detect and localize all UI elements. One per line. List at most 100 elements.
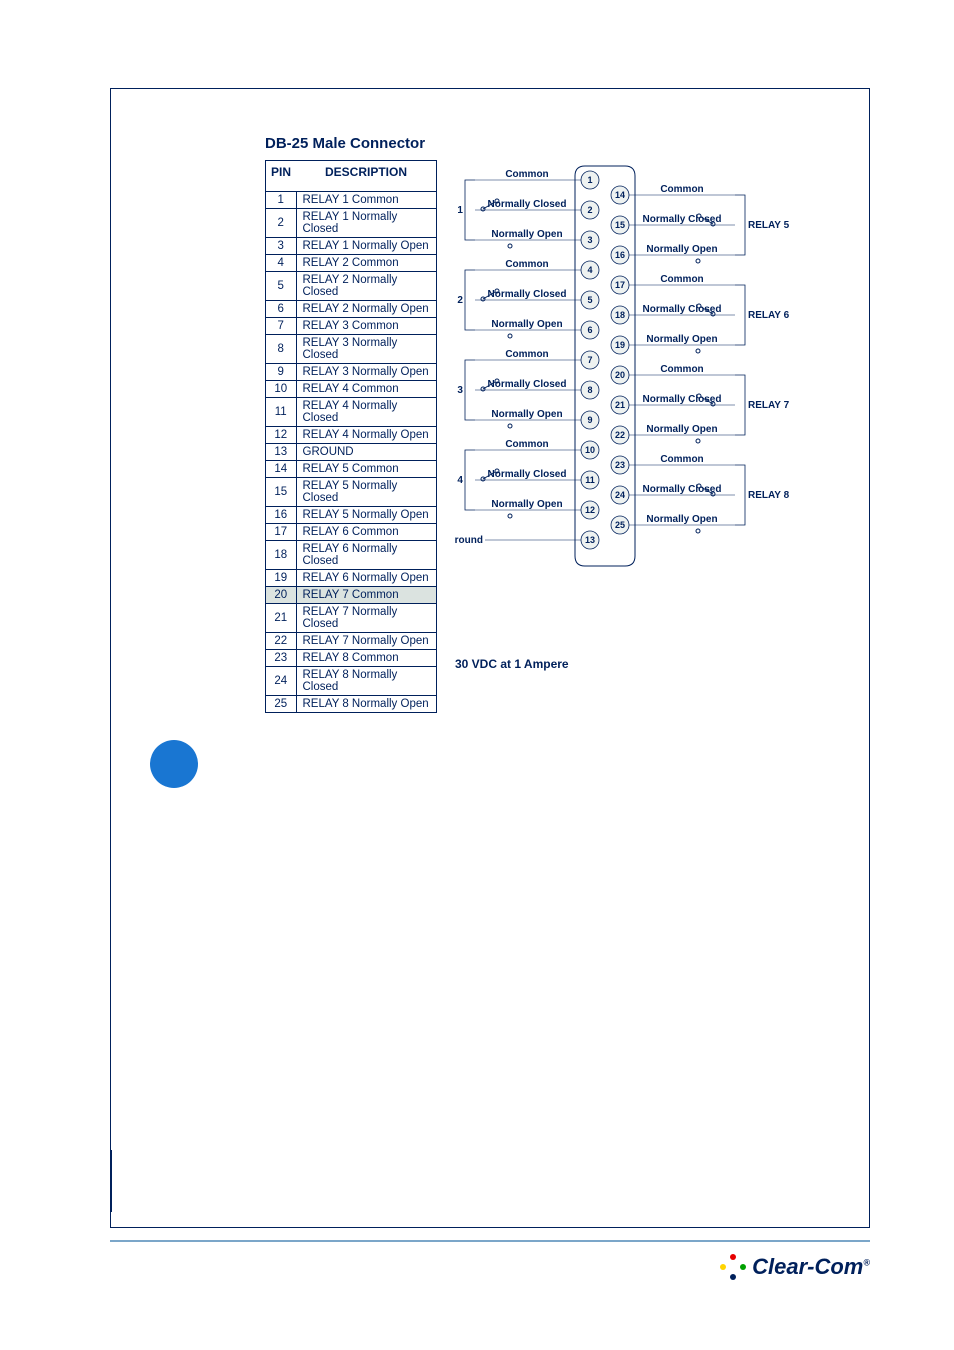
svg-text:RELAY 4: RELAY 4 <box>455 475 463 486</box>
pin-number: 9 <box>266 364 296 381</box>
pin-desc: RELAY 4 Normally Closed <box>296 398 436 427</box>
table-row: 12RELAY 4 Normally Open <box>266 427 436 444</box>
svg-text:19: 19 <box>615 340 625 350</box>
table-row: 13GROUND <box>266 444 436 461</box>
pin-desc: RELAY 6 Common <box>296 524 436 541</box>
pin-desc: GROUND <box>296 444 436 461</box>
content: DB-25 Male Connector PIN DESCRIPTION 1RE… <box>265 135 865 713</box>
svg-text:Common: Common <box>660 184 703 195</box>
svg-text:4: 4 <box>587 265 592 275</box>
pin-number: 4 <box>266 255 296 272</box>
svg-text:11: 11 <box>585 475 595 485</box>
pin-desc: RELAY 6 Normally Closed <box>296 541 436 570</box>
table-row: 8RELAY 3 Normally Closed <box>266 335 436 364</box>
svg-text:RELAY 8: RELAY 8 <box>748 490 790 501</box>
brand-logo: Clear-Com® <box>720 1254 870 1280</box>
pin-desc: RELAY 1 Common <box>296 192 436 209</box>
table-row: 4RELAY 2 Common <box>266 255 436 272</box>
svg-text:15: 15 <box>615 220 625 230</box>
svg-text:3: 3 <box>587 235 592 245</box>
table-row: 2RELAY 1 Normally Closed <box>266 209 436 238</box>
svg-text:18: 18 <box>615 310 625 320</box>
pin-desc: RELAY 1 Normally Closed <box>296 209 436 238</box>
table-row: 5RELAY 2 Normally Closed <box>266 272 436 301</box>
tab-mark <box>110 1150 112 1212</box>
table-row: 21RELAY 7 Normally Closed <box>266 604 436 633</box>
table-row: 22RELAY 7 Normally Open <box>266 633 436 650</box>
svg-text:13: 13 <box>585 535 595 545</box>
svg-text:RELAY 6: RELAY 6 <box>748 310 790 321</box>
table-row: 18RELAY 6 Normally Closed <box>266 541 436 570</box>
svg-text:16: 16 <box>615 250 625 260</box>
svg-text:Common: Common <box>505 439 548 450</box>
svg-text:Common: Common <box>660 364 703 375</box>
svg-text:Normally Open: Normally Open <box>491 499 562 510</box>
pin-desc: RELAY 8 Common <box>296 650 436 667</box>
table-row: 9RELAY 3 Normally Open <box>266 364 436 381</box>
col-pin: PIN <box>266 161 296 192</box>
svg-text:Common: Common <box>505 169 548 180</box>
table-row: 25RELAY 8 Normally Open <box>266 696 436 713</box>
svg-text:RELAY 1: RELAY 1 <box>455 205 463 216</box>
svg-text:Common: Common <box>660 274 703 285</box>
svg-text:1: 1 <box>587 175 592 185</box>
svg-text:9: 9 <box>587 415 592 425</box>
pin-desc: RELAY 2 Normally Open <box>296 301 436 318</box>
table-row: 16RELAY 5 Normally Open <box>266 507 436 524</box>
pin-number: 11 <box>266 398 296 427</box>
pin-number: 20 <box>266 587 296 604</box>
svg-text:7: 7 <box>587 355 592 365</box>
pin-desc: RELAY 8 Normally Closed <box>296 667 436 696</box>
pin-number: 7 <box>266 318 296 335</box>
pin-number: 2 <box>266 209 296 238</box>
table-row: 10RELAY 4 Common <box>266 381 436 398</box>
svg-text:Digital Ground: Digital Ground <box>455 535 483 546</box>
svg-text:Normally Closed: Normally Closed <box>643 484 722 495</box>
svg-text:Normally Open: Normally Open <box>491 229 562 240</box>
svg-text:20: 20 <box>615 370 625 380</box>
svg-text:RELAY 5: RELAY 5 <box>748 220 790 231</box>
logo-icon <box>720 1254 746 1280</box>
pin-desc: RELAY 3 Normally Open <box>296 364 436 381</box>
table-row: 1RELAY 1 Common <box>266 192 436 209</box>
svg-text:17: 17 <box>615 280 625 290</box>
svg-text:RELAY 2: RELAY 2 <box>455 295 463 306</box>
pin-table-wrap: PIN DESCRIPTION 1RELAY 1 Common2RELAY 1 … <box>265 160 437 713</box>
pin-desc: RELAY 5 Normally Closed <box>296 478 436 507</box>
pin-desc: RELAY 2 Normally Closed <box>296 272 436 301</box>
main-row: PIN DESCRIPTION 1RELAY 1 Common2RELAY 1 … <box>265 160 865 713</box>
pin-number: 10 <box>266 381 296 398</box>
pin-number: 14 <box>266 461 296 478</box>
pin-number: 22 <box>266 633 296 650</box>
svg-text:Normally Open: Normally Open <box>646 334 717 345</box>
pin-number: 15 <box>266 478 296 507</box>
svg-text:8: 8 <box>587 385 592 395</box>
pin-desc: RELAY 5 Normally Open <box>296 507 436 524</box>
brand-name: Clear-Com® <box>752 1254 870 1280</box>
svg-text:12: 12 <box>585 505 595 515</box>
svg-text:Normally Open: Normally Open <box>491 319 562 330</box>
pin-number: 24 <box>266 667 296 696</box>
pin-number: 8 <box>266 335 296 364</box>
pin-desc: RELAY 6 Normally Open <box>296 570 436 587</box>
svg-text:2: 2 <box>587 205 592 215</box>
table-row: 11RELAY 4 Normally Closed <box>266 398 436 427</box>
pin-desc: RELAY 4 Normally Open <box>296 427 436 444</box>
svg-text:Common: Common <box>505 259 548 270</box>
connector-title: DB-25 Male Connector <box>265 135 865 152</box>
svg-text:RELAY 3: RELAY 3 <box>455 385 463 396</box>
table-row: 7RELAY 3 Common <box>266 318 436 335</box>
col-desc: DESCRIPTION <box>296 161 436 192</box>
pin-number: 5 <box>266 272 296 301</box>
svg-text:23: 23 <box>615 460 625 470</box>
pin-desc: RELAY 7 Common <box>296 587 436 604</box>
svg-text:Normally Open: Normally Open <box>646 424 717 435</box>
table-row: 20RELAY 7 Common <box>266 587 436 604</box>
table-row: 23RELAY 8 Common <box>266 650 436 667</box>
rating-note: 30 VDC at 1 Ampere <box>455 657 865 671</box>
pin-desc: RELAY 3 Common <box>296 318 436 335</box>
footer-rule <box>110 1240 870 1242</box>
pin-number: 18 <box>266 541 296 570</box>
pin-desc: RELAY 7 Normally Closed <box>296 604 436 633</box>
svg-text:Common: Common <box>505 349 548 360</box>
